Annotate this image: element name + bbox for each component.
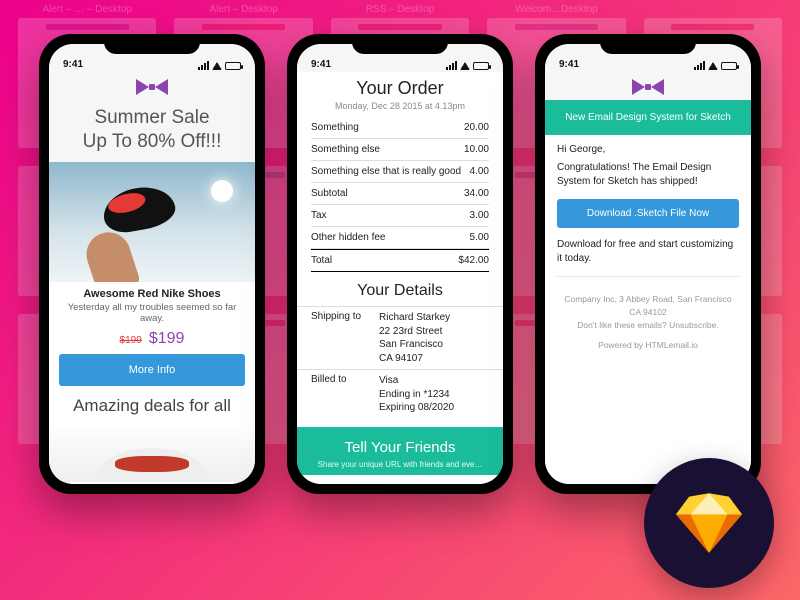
notification-banner: New Email Design System for Sketch	[545, 100, 751, 135]
hero-image	[49, 162, 255, 282]
status-time: 9:41	[63, 59, 83, 70]
order-date: Monday, Dec 28 2015 at 4.13pm	[297, 101, 503, 117]
signal-icon	[198, 61, 209, 70]
battery-icon	[721, 62, 737, 70]
hero-title: Summer Sale Up To 80% Off!!!	[49, 100, 255, 162]
greeting: Hi George,	[545, 135, 751, 161]
phone-notch	[600, 34, 696, 54]
phone-mockup-sale: 9:41 Summer Sale Up To 80% Off!!! Awesom…	[39, 34, 265, 494]
email-footer: Company Inc, 3 Abbey Road, San Francisco…	[545, 283, 751, 362]
product-subtitle: Yesterday all my troubles seemed so far …	[49, 300, 255, 328]
divider	[557, 276, 739, 277]
bowtie-logo-icon	[545, 72, 751, 100]
phone-notch	[352, 34, 448, 54]
details-title: Your Details	[297, 272, 503, 306]
price-old: $199	[120, 335, 142, 346]
more-info-button[interactable]: More Info	[59, 354, 245, 386]
status-icons	[198, 61, 241, 70]
phone-mockup-notification: 9:41 New Email Design System for Sketch …	[535, 34, 761, 494]
phone-mockup-order: 9:41 Your Order Monday, Dec 28 2015 at 4…	[287, 34, 513, 494]
signal-icon	[694, 61, 705, 70]
product-title: Awesome Red Nike Shoes	[49, 282, 255, 300]
status-icons	[446, 61, 489, 70]
status-time: 9:41	[559, 59, 579, 70]
phone-notch	[104, 34, 200, 54]
shipping-row: Shipping to Richard Starkey 22 23rd Stre…	[297, 306, 503, 369]
status-icons	[694, 61, 737, 70]
battery-icon	[473, 62, 489, 70]
status-time: 9:41	[311, 59, 331, 70]
price-row: $199 $199	[49, 328, 255, 354]
wifi-icon	[708, 62, 718, 70]
wifi-icon	[212, 62, 222, 70]
price-new: $199	[149, 330, 185, 347]
download-button[interactable]: Download .Sketch File Now	[557, 199, 739, 228]
order-title: Your Order	[297, 72, 503, 101]
message-line-1: Congratulations! The Email Design System…	[545, 161, 751, 193]
billing-row: Billed to Visa Ending in *1234 Expiring …	[297, 369, 503, 419]
secondary-image	[49, 422, 255, 482]
order-total-row: Total$42.00	[311, 249, 489, 272]
signal-icon	[446, 61, 457, 70]
wifi-icon	[460, 62, 470, 70]
sketch-app-icon	[644, 458, 774, 588]
battery-icon	[225, 62, 241, 70]
deals-title: Amazing deals for all	[49, 386, 255, 422]
bowtie-logo-icon	[49, 72, 255, 100]
tell-friends-banner[interactable]: Tell Your Friends Share your unique URL …	[297, 427, 503, 475]
order-table: Something20.00 Something else10.00 Somet…	[297, 117, 503, 272]
message-line-2: Download for free and start customizing …	[545, 234, 751, 270]
